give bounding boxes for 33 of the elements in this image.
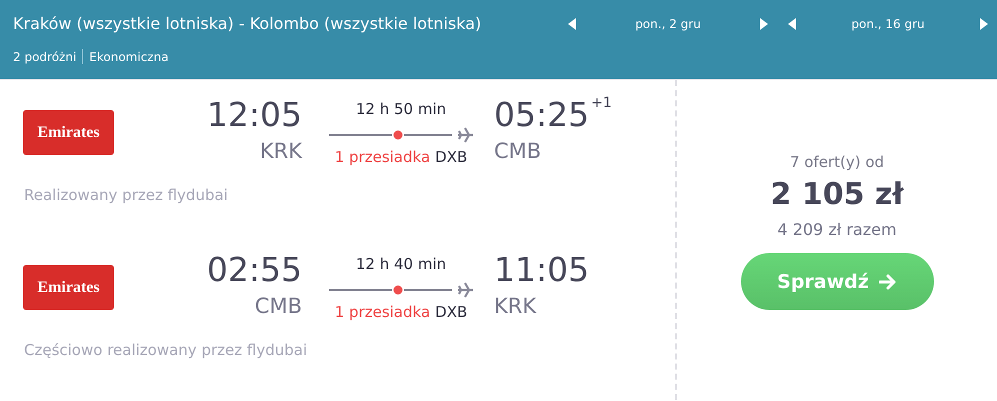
arrival-airport: KRK [494, 294, 538, 318]
day-offset: +1 [591, 95, 612, 111]
route-title: Kraków (wszystkie lotniska) - Kolombo (wszystkie lotniska) [13, 14, 482, 33]
check-button[interactable]: Sprawdź [740, 253, 934, 310]
airline-logo: Emirates [23, 265, 114, 310]
arrival-time: 11:05 [494, 250, 590, 290]
stops-count: 1 przesiadka [334, 148, 430, 166]
departure-airport: KRK [260, 139, 302, 163]
stop-airport: DXB [435, 303, 468, 321]
travellers-count: 2 podróżni [13, 50, 76, 64]
total-price: 4 209 zł razem [777, 220, 897, 239]
date-label[interactable]: pon., 16 gru [851, 16, 925, 30]
operated-by-note: Częściowo realizowany przez flydubai [24, 341, 308, 359]
next-date-icon[interactable] [980, 18, 988, 30]
arrival-airport: CMB [494, 139, 542, 163]
flight-duration: 12 h 40 min [356, 255, 446, 273]
arrow-right-icon [878, 274, 897, 290]
departure-time: 12:05 [206, 95, 302, 135]
airline-logo: Emirates [23, 110, 114, 155]
arrival-time: 05:25 [494, 95, 590, 135]
price-amount: 2 105 zł [770, 177, 904, 212]
offers-count: 7 ofert(y) od [790, 153, 884, 171]
departure-airport: CMB [254, 294, 302, 318]
previous-date-icon[interactable] [788, 18, 796, 30]
stops-count: 1 przesiadka [334, 303, 430, 321]
operated-by-note: Realizowany przez flydubai [24, 186, 229, 204]
stop-airport: DXB [435, 148, 468, 166]
date-label[interactable]: pon., 2 gru [635, 16, 701, 30]
cabin-class: Ekonomiczna [89, 50, 169, 64]
flight-duration: 12 h 50 min [356, 100, 446, 118]
departure-time: 02:55 [206, 250, 302, 290]
previous-date-icon[interactable] [568, 18, 576, 30]
next-date-icon[interactable] [760, 18, 768, 30]
